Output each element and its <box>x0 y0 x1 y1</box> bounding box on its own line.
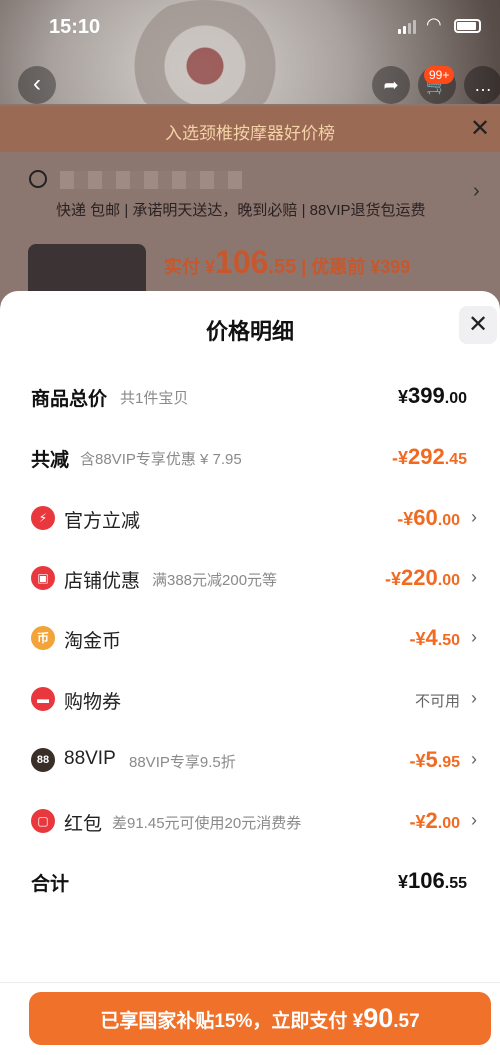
rank-banner-text: 入选颈椎按摩器好价榜 <box>165 124 335 143</box>
row-label: 合计 <box>31 874 70 895</box>
status-bar: 15:10 ◠ <box>0 0 500 56</box>
chevron-right-icon: › <box>473 180 480 202</box>
price-int: 106 <box>215 244 269 280</box>
row-amount: -¥292.45 <box>392 444 467 469</box>
more-button[interactable]: … <box>464 66 500 104</box>
price-summary: 实付 ¥106.55 | 优惠前 ¥399 <box>164 244 410 281</box>
battery-icon <box>454 19 481 33</box>
row-label: 店铺优惠 <box>64 571 141 592</box>
pay-button-text: 已享国家补贴15%，立即支付 ¥ <box>100 1011 364 1032</box>
rank-close-icon[interactable]: ✕ <box>470 114 490 143</box>
row-total-reduce: 共减 含88VIP专享优惠 ¥ 7.95 -¥292.45 <box>0 442 500 472</box>
chevron-right-icon: › <box>471 749 477 769</box>
price-before: | 优惠前 ¥399 <box>296 257 411 277</box>
row-sum: 合计 ¥106.55 <box>0 866 500 896</box>
shipping-item: 快递 包邮 <box>56 202 121 219</box>
row-label: 官方立减 <box>64 511 141 532</box>
share-button[interactable]: ➦ <box>372 66 410 104</box>
row-88vip[interactable]: 88 88VIP 88VIP专享9.5折 -¥5.95 › <box>0 745 500 775</box>
shipping-item: 88VIP退货包运费 <box>309 202 426 219</box>
cart-badge: 99+ <box>424 66 455 84</box>
row-label: 共减 <box>31 450 70 471</box>
row-official-discount[interactable]: ⚡ 官方立减 -¥60.00 › <box>0 503 500 533</box>
row-status: 不可用 <box>414 693 460 710</box>
close-icon: ✕ <box>467 311 489 338</box>
row-label: 红包 <box>64 814 103 835</box>
address-text[interactable] <box>60 171 242 189</box>
row-amount: -¥5.95 <box>409 747 460 772</box>
vip-icon: 88 <box>31 748 55 772</box>
chevron-right-icon: › <box>471 507 477 527</box>
row-label: 购物券 <box>64 692 122 713</box>
row-amount: -¥4.50 <box>409 625 460 650</box>
row-amount: -¥60.00 <box>397 505 460 530</box>
row-label: 商品总价 <box>31 389 108 410</box>
row-sub: 差91.45元可使用20元消费券 <box>112 815 302 832</box>
row-sub: 88VIP专享9.5折 <box>129 754 236 771</box>
pay-amount-dec: .57 <box>393 1011 420 1032</box>
row-label: 淘金币 <box>64 631 122 652</box>
shipping-item: 承诺明天送达，晚到必赔 <box>132 202 298 219</box>
row-label: 88VIP <box>64 748 116 769</box>
sheet-title: 价格明细 <box>205 319 294 344</box>
row-sub: 共1件宝贝 <box>120 390 189 407</box>
pay-amount-int: 90 <box>363 1003 394 1033</box>
shop-icon: ▣ <box>31 566 55 590</box>
row-total-price: 商品总价 共1件宝贝 ¥399.00 <box>0 381 500 411</box>
chevron-right-icon: › <box>471 810 477 830</box>
close-button[interactable]: ✕ <box>459 306 497 344</box>
row-shop-discount[interactable]: ▣ 店铺优惠 满388元减200元等 -¥220.00 › <box>0 563 500 593</box>
wifi-icon: ◠ <box>426 14 442 34</box>
row-amount: -¥2.00 <box>409 808 460 833</box>
row-shopping-voucher[interactable]: ▬ 购物券 不可用 › <box>0 684 500 714</box>
chevron-right-icon: › <box>471 627 477 647</box>
row-amount: ¥399.00 <box>398 383 467 408</box>
chevron-right-icon: › <box>471 688 477 708</box>
chevron-right-icon: › <box>471 567 477 587</box>
lightning-icon: ⚡ <box>31 506 55 530</box>
row-amount: ¥106.55 <box>398 868 467 893</box>
row-amount: -¥220.00 <box>385 565 460 590</box>
row-red-packet[interactable]: ▢ 红包 差91.45元可使用20元消费券 -¥2.00 › <box>0 806 500 836</box>
back-button[interactable]: ‹ <box>18 66 56 104</box>
shipping-info: 快递 包邮 | 承诺明天送达，晚到必赔 | 88VIP退货包运费 <box>56 202 426 219</box>
price-dec: .55 <box>268 256 297 278</box>
red-packet-icon: ▢ <box>31 809 55 833</box>
coin-icon: 币 <box>31 626 55 650</box>
pay-button[interactable]: 已享国家补贴15%，立即支付 ¥90.57 <box>29 992 491 1045</box>
row-sub: 含88VIP专享优惠 ¥ 7.95 <box>80 451 242 468</box>
row-sub: 满388元减200元等 <box>152 572 278 589</box>
price-prefix: 实付 ¥ <box>164 257 216 277</box>
location-icon <box>29 170 47 188</box>
signal-icon <box>398 20 416 34</box>
row-taojinbi[interactable]: 币 淘金币 -¥4.50 › <box>0 623 500 653</box>
divider <box>0 982 500 983</box>
status-time: 15:10 <box>49 16 101 38</box>
ticket-icon: ▬ <box>31 687 55 711</box>
